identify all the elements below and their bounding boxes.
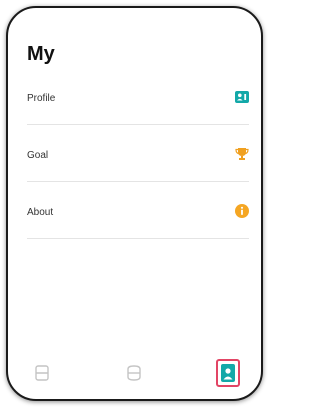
profile-card-icon	[235, 90, 249, 104]
list-tab-icon	[27, 365, 57, 381]
tab-database[interactable]	[119, 359, 149, 389]
menu-item-goal[interactable]: Goal	[27, 125, 249, 182]
tab-my[interactable]	[216, 359, 240, 387]
info-icon	[235, 204, 249, 218]
person-tab-icon	[218, 364, 238, 382]
page-title: My	[27, 43, 55, 65]
menu-item-about[interactable]: About	[27, 182, 249, 239]
database-tab-icon	[119, 365, 149, 381]
trophy-icon	[235, 147, 249, 161]
phone-frame: My Profile Goal About	[6, 6, 263, 401]
bottom-tab-bar	[8, 353, 261, 399]
menu-item-label: Profile	[27, 93, 56, 104]
menu-item-label: About	[27, 207, 54, 218]
tab-list[interactable]	[27, 359, 57, 389]
menu-item-label: Goal	[27, 150, 49, 161]
menu-item-profile[interactable]: Profile	[27, 68, 249, 125]
